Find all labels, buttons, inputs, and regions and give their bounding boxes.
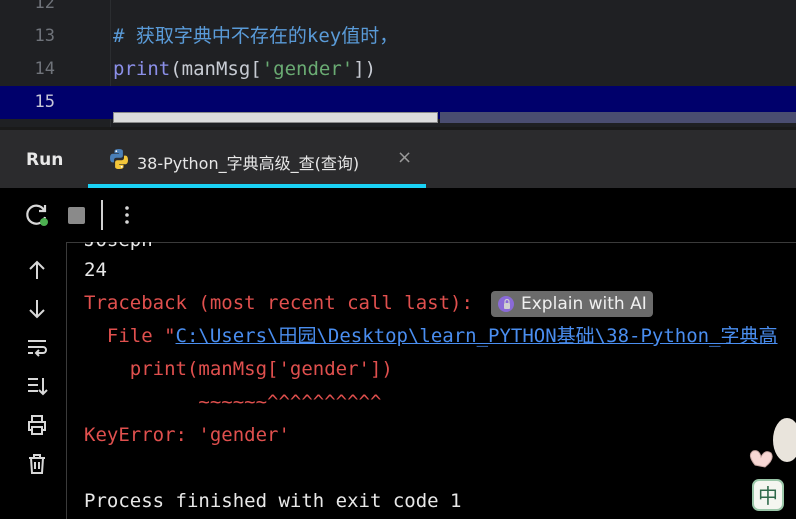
- editor-line[interactable]: 14 print(manMsg['gender']): [0, 53, 796, 86]
- run-tool-window-header: Run 38-Python_字典高级_查(查询) ×: [0, 127, 796, 188]
- close-tab-icon[interactable]: ×: [397, 147, 412, 168]
- print-icon[interactable]: [25, 413, 49, 437]
- run-title: Run: [26, 150, 64, 170]
- traceback-file-prefix: File ": [84, 325, 176, 347]
- run-toolbar: [0, 188, 796, 243]
- code-editor[interactable]: 12 13 # 获取字典中不存在的key值时， 14 print(manMsg['gen…: [0, 0, 796, 127]
- trash-icon[interactable]: [25, 452, 49, 476]
- editor-line[interactable]: 12: [0, 0, 796, 20]
- horizontal-scrollbar-track[interactable]: [440, 112, 796, 123]
- scroll-to-end-icon[interactable]: [25, 374, 49, 398]
- toolbar-divider: [101, 200, 103, 230]
- run-tab[interactable]: 38-Python_字典高级_查(查询) ×: [88, 130, 426, 188]
- code-token: (manMsg[: [170, 58, 262, 80]
- soft-wrap-icon[interactable]: [25, 336, 49, 360]
- rerun-icon[interactable]: [24, 202, 50, 228]
- ai-assistant-icon: [498, 296, 514, 312]
- line-number: 13: [34, 26, 55, 46]
- scroll-down-icon[interactable]: [25, 297, 49, 321]
- code-text: print(manMsg['gender']): [113, 53, 376, 86]
- error-message: KeyError: 'gender': [84, 424, 290, 446]
- horizontal-scrollbar-thumb[interactable]: [113, 112, 438, 123]
- console-side-toolbar: [0, 242, 67, 519]
- code-text: # 获取字典中不存在的key值时，: [113, 20, 398, 53]
- traceback-caret-line: ~~~~~~^^^^^^^^^^: [84, 391, 382, 413]
- console-output[interactable]: Joseph 24 Traceback (most recent call la…: [66, 242, 796, 519]
- code-token: ]): [353, 58, 377, 80]
- run-tab-label: 38-Python_字典高级_查(查询): [137, 154, 360, 173]
- console-line-age: 24: [84, 259, 107, 281]
- line-number: 14: [34, 59, 55, 79]
- scroll-up-icon[interactable]: [25, 258, 49, 282]
- explain-with-ai-label: Explain with AI: [521, 294, 647, 314]
- decorative-sticker-icon: 中: [749, 418, 796, 511]
- line-number: 15: [34, 92, 55, 112]
- python-icon: [110, 149, 128, 169]
- traceback-file-line: File "C:\Users\田园\Desktop\learn_PYTHON基础…: [84, 320, 778, 353]
- line-number: 12: [34, 0, 55, 13]
- editor-line[interactable]: 13 # 获取字典中不存在的key值时，: [0, 20, 796, 53]
- more-options-icon[interactable]: [114, 202, 140, 228]
- sticker-text: 中: [758, 484, 778, 508]
- code-token: # 获取字典中不存在的key值时，: [113, 25, 399, 47]
- explain-with-ai-button[interactable]: Explain with AI: [491, 291, 653, 317]
- exit-status-line: Process finished with exit code 1: [84, 490, 462, 512]
- code-token: print: [113, 58, 171, 80]
- traceback-code-line: print(manMsg['gender']): [84, 358, 393, 380]
- code-token: 'gender': [261, 58, 354, 80]
- traceback-header: Traceback (most recent call last):: [84, 292, 473, 314]
- traceback-file-link[interactable]: C:\Users\田园\Desktop\learn_PYTHON基础\38-Py…: [176, 325, 778, 347]
- stop-icon[interactable]: [64, 202, 90, 228]
